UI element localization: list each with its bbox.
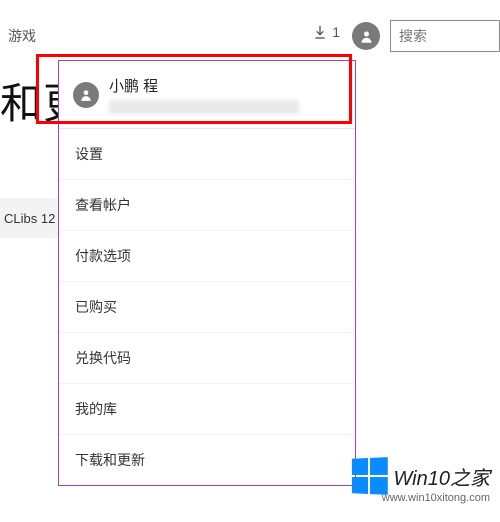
menu-item-purchased[interactable]: 已购买 [59,282,355,333]
menu-item-settings[interactable]: 设置 [59,129,355,180]
user-email-redacted [109,100,299,114]
person-icon [79,88,93,102]
top-bar: 游戏 1 [0,24,500,48]
menu-item-view-account[interactable]: 查看帐户 [59,180,355,231]
person-icon [359,29,374,44]
watermark-brand: Win10之家 [393,462,490,491]
download-icon [312,24,328,40]
account-menu-header[interactable]: 小鹏 程 [59,61,355,129]
search-input[interactable] [399,28,491,44]
user-info: 小鹏 程 [109,75,341,114]
watermark-url: www.win10xitong.com [382,492,490,504]
user-avatar [73,82,99,108]
menu-item-payment-options[interactable]: 付款选项 [59,231,355,282]
menu-item-my-library[interactable]: 我的库 [59,384,355,435]
windows-logo-icon [352,457,388,495]
menu-item-downloads-updates[interactable]: 下载和更新 [59,435,355,485]
downloads-indicator[interactable]: 1 [312,24,340,40]
menu-item-redeem-code[interactable]: 兑换代码 [59,333,355,384]
user-name: 小鹏 程 [109,75,341,96]
list-row-fragment: CLibs 12 [0,198,62,238]
search-box[interactable] [390,20,500,52]
account-button[interactable] [352,22,380,50]
download-count: 1 [332,24,340,40]
watermark: Win10之家 www.win10xitong.com [351,458,490,504]
account-menu: 小鹏 程 设置 查看帐户 付款选项 已购买 兑换代码 我的库 下载和更新 [58,60,356,486]
nav-games[interactable]: 游戏 [8,26,36,46]
